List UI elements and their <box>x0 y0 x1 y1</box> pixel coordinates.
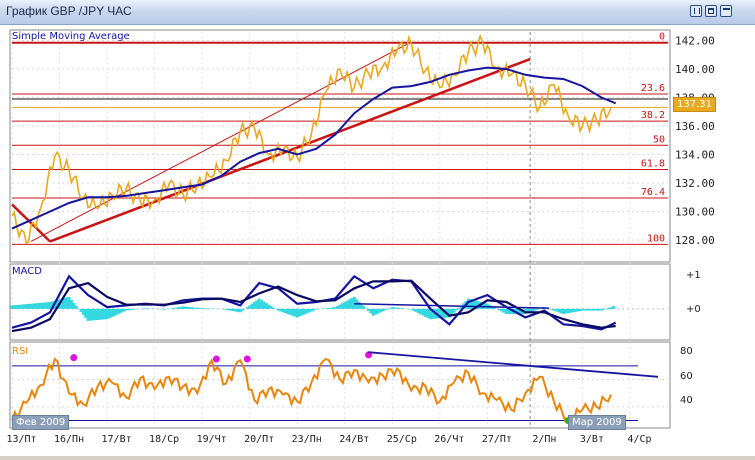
time-axis-label: 13/Пт <box>6 434 36 445</box>
fib-level-label: 23.6 <box>641 83 665 94</box>
time-axis: 13/Пт 16/Пн 17/Вт 18/Ср 19/Чт 20/Пт 23/Пн 24/Вт… <box>6 434 651 445</box>
fib-level-label: 61.8 <box>641 159 665 170</box>
month-tag-march: Мар 2009 <box>568 415 626 430</box>
time-axis-label: 24/Вт <box>339 434 369 445</box>
time-axis-label: 27/Пт <box>482 434 512 445</box>
chart-canvas: 128.00130.00132.00134.00136.00138.00140.… <box>6 29 715 445</box>
rsi-tick-40: 40 <box>680 395 693 406</box>
fib-level-label: 0 <box>659 32 665 43</box>
macd-tick-plus1: +1 <box>686 270 701 281</box>
macd-indicator-label: MACD <box>12 266 42 277</box>
chart-area[interactable]: 128.00130.00132.00134.00136.00138.00140.… <box>0 25 755 456</box>
time-axis-label: 18/Ср <box>149 434 179 445</box>
rsi-tick-80: 80 <box>680 346 693 357</box>
price-tick-label: 128.00 <box>675 234 715 247</box>
rsi-overbought-marker <box>212 355 220 363</box>
maximize-icon[interactable] <box>720 5 732 17</box>
minimize-icon[interactable] <box>690 5 702 17</box>
fib-level-label: 50 <box>653 134 665 145</box>
month-tag-february: Фев 2009 <box>12 415 70 430</box>
restore-icon[interactable] <box>705 5 717 17</box>
time-axis-label: 19/Чт <box>197 434 227 445</box>
time-axis-label: 2/Пн <box>532 434 556 445</box>
terminal-window: График GBP /JPY ЧАС 128.00 130.00 132.00 13… <box>0 0 755 456</box>
price-tick-label: 140.00 <box>675 63 715 76</box>
price-tick-label: 142.00 <box>675 35 715 48</box>
time-axis-label: 3/Вт <box>580 434 604 445</box>
time-axis-label: 25/Ср <box>387 434 417 445</box>
fib-level-label: 100 <box>647 233 665 244</box>
sma-indicator-label: Simple Moving Average <box>12 31 130 42</box>
time-axis-label: 16/Пн <box>54 434 84 445</box>
time-axis-label: 20/Пт <box>244 434 274 445</box>
price-tick-label: 136.00 <box>675 120 715 133</box>
time-axis-label: 4/Ср <box>627 434 651 445</box>
price-tick-label: 130.00 <box>675 206 715 219</box>
current-price-label: 137.31 <box>673 97 716 112</box>
time-axis-label: 17/Вт <box>102 434 132 445</box>
price-panel-frame <box>9 29 671 263</box>
macd-tick-zero: +0 <box>686 304 701 315</box>
price-tick-label: 132.00 <box>675 177 715 190</box>
price-tick-label: 134.00 <box>675 149 715 162</box>
rsi-overbought-marker <box>243 355 251 363</box>
rsi-tick-60: 60 <box>680 371 693 382</box>
time-axis-label: 23/Пн <box>292 434 322 445</box>
macd-panel-frame <box>9 263 671 341</box>
title-bar: График GBP /JPY ЧАС <box>0 0 755 25</box>
time-axis-label: 26/Чт <box>434 434 464 445</box>
window-title: График GBP /JPY ЧАС <box>6 4 132 18</box>
fib-level-label: 76.4 <box>641 187 665 198</box>
fib-level-label: 38.2 <box>641 110 665 121</box>
rsi-overbought-marker <box>70 354 78 362</box>
rsi-indicator-label: RSI <box>12 346 29 357</box>
